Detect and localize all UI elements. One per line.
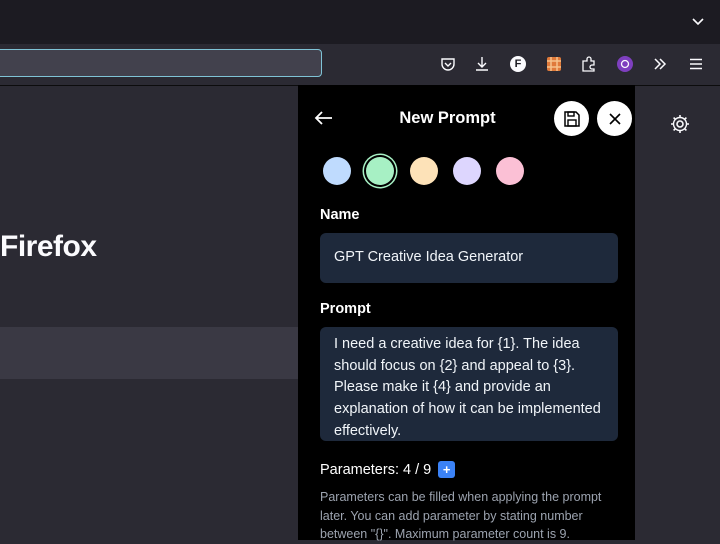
color-swatch-pink[interactable] bbox=[496, 157, 524, 185]
prompt-label: Prompt bbox=[320, 301, 371, 317]
pocket-icon[interactable] bbox=[437, 53, 459, 75]
color-swatch-blue[interactable] bbox=[323, 157, 351, 185]
save-button[interactable] bbox=[554, 101, 589, 136]
gear-icon[interactable] bbox=[668, 112, 692, 136]
name-field[interactable]: GPT Creative Idea Generator bbox=[320, 233, 618, 283]
url-bar[interactable] bbox=[0, 49, 322, 77]
color-swatch-green[interactable] bbox=[366, 157, 394, 185]
page-heading: Firefox bbox=[0, 230, 97, 263]
page-right-area bbox=[635, 86, 720, 540]
panel-title: New Prompt bbox=[399, 109, 496, 127]
extension-grid-icon[interactable] bbox=[543, 53, 565, 75]
parameters-help-text: Parameters can be filled when applying t… bbox=[320, 490, 602, 541]
extension-purple-icon[interactable] bbox=[614, 53, 636, 75]
browser-page bbox=[0, 86, 298, 540]
prompt-textarea[interactable]: I need a creative idea for {1}. The idea… bbox=[320, 327, 618, 441]
browser-titlebar bbox=[0, 0, 720, 44]
extension-f-icon[interactable]: F bbox=[507, 53, 529, 75]
page-search-bar[interactable] bbox=[0, 327, 298, 379]
name-label: Name bbox=[320, 207, 360, 223]
download-icon[interactable] bbox=[471, 53, 493, 75]
close-icon bbox=[608, 112, 621, 125]
color-swatch-purple[interactable] bbox=[453, 157, 481, 185]
parameters-count: Parameters: 4 / 9 bbox=[320, 461, 432, 478]
extensions-puzzle-icon[interactable] bbox=[578, 53, 600, 75]
menu-icon[interactable] bbox=[685, 53, 707, 75]
back-arrow-icon[interactable] bbox=[312, 106, 336, 130]
chevron-down-icon[interactable] bbox=[690, 14, 706, 30]
color-swatch-orange[interactable] bbox=[410, 157, 438, 185]
add-parameter-button[interactable]: + bbox=[438, 461, 456, 478]
parameters-row: Parameters: 4 / 9 + bbox=[320, 461, 456, 478]
save-icon bbox=[563, 110, 580, 127]
extension-f-letter: F bbox=[510, 56, 526, 72]
close-button[interactable] bbox=[597, 101, 632, 136]
overflow-chevrons-icon[interactable] bbox=[649, 53, 671, 75]
